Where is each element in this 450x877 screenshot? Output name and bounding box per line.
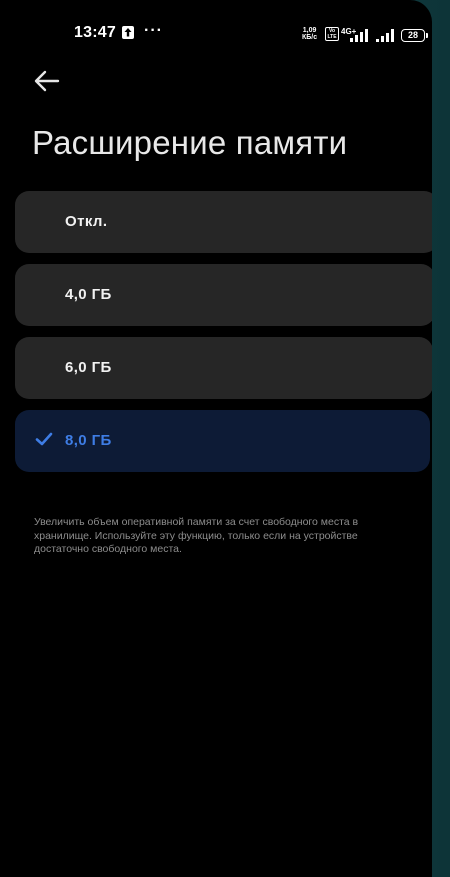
network-speed: 1,09 КБ/с (302, 27, 317, 41)
status-time: 13:47 (74, 24, 116, 41)
signal-bars-icon-2 (376, 29, 394, 42)
option-label: 4,0 ГБ (65, 286, 112, 303)
arrow-left-icon (34, 70, 60, 92)
option-label: Откл. (65, 213, 108, 230)
option-8gb[interactable]: 8,0 ГБ (15, 410, 430, 472)
option-4gb[interactable]: 4,0 ГБ (15, 264, 432, 326)
option-6gb[interactable]: 6,0 ГБ (15, 337, 432, 399)
signal-bars-icon (350, 29, 368, 42)
upload-arrow-icon (122, 26, 134, 39)
back-button[interactable] (30, 66, 64, 96)
volte-badge: Vo LTE (325, 27, 339, 41)
network-speed-unit: КБ/с (302, 34, 318, 41)
more-notifications-icon: ··· (144, 22, 163, 39)
page-title: Расширение памяти (32, 124, 348, 161)
screen: 13:47 ··· 1,09 КБ/с Vo LTE 4G+ 28 Расшир… (0, 0, 432, 877)
status-bar: 13:47 ··· 1,09 КБ/с Vo LTE 4G+ 28 (0, 0, 432, 64)
option-label: 6,0 ГБ (65, 359, 112, 376)
battery-tip (426, 33, 428, 38)
option-off[interactable]: Откл. (15, 191, 432, 253)
option-label: 8,0 ГБ (65, 432, 112, 449)
checkmark-icon (35, 432, 53, 446)
device-frame: 13:47 ··· 1,09 КБ/с Vo LTE 4G+ 28 Расшир… (0, 0, 450, 877)
battery-icon: 28 (401, 29, 425, 42)
network-speed-value: 1,09 (302, 27, 317, 34)
description-text: Увеличить объем оперативной памяти за сч… (34, 516, 359, 555)
